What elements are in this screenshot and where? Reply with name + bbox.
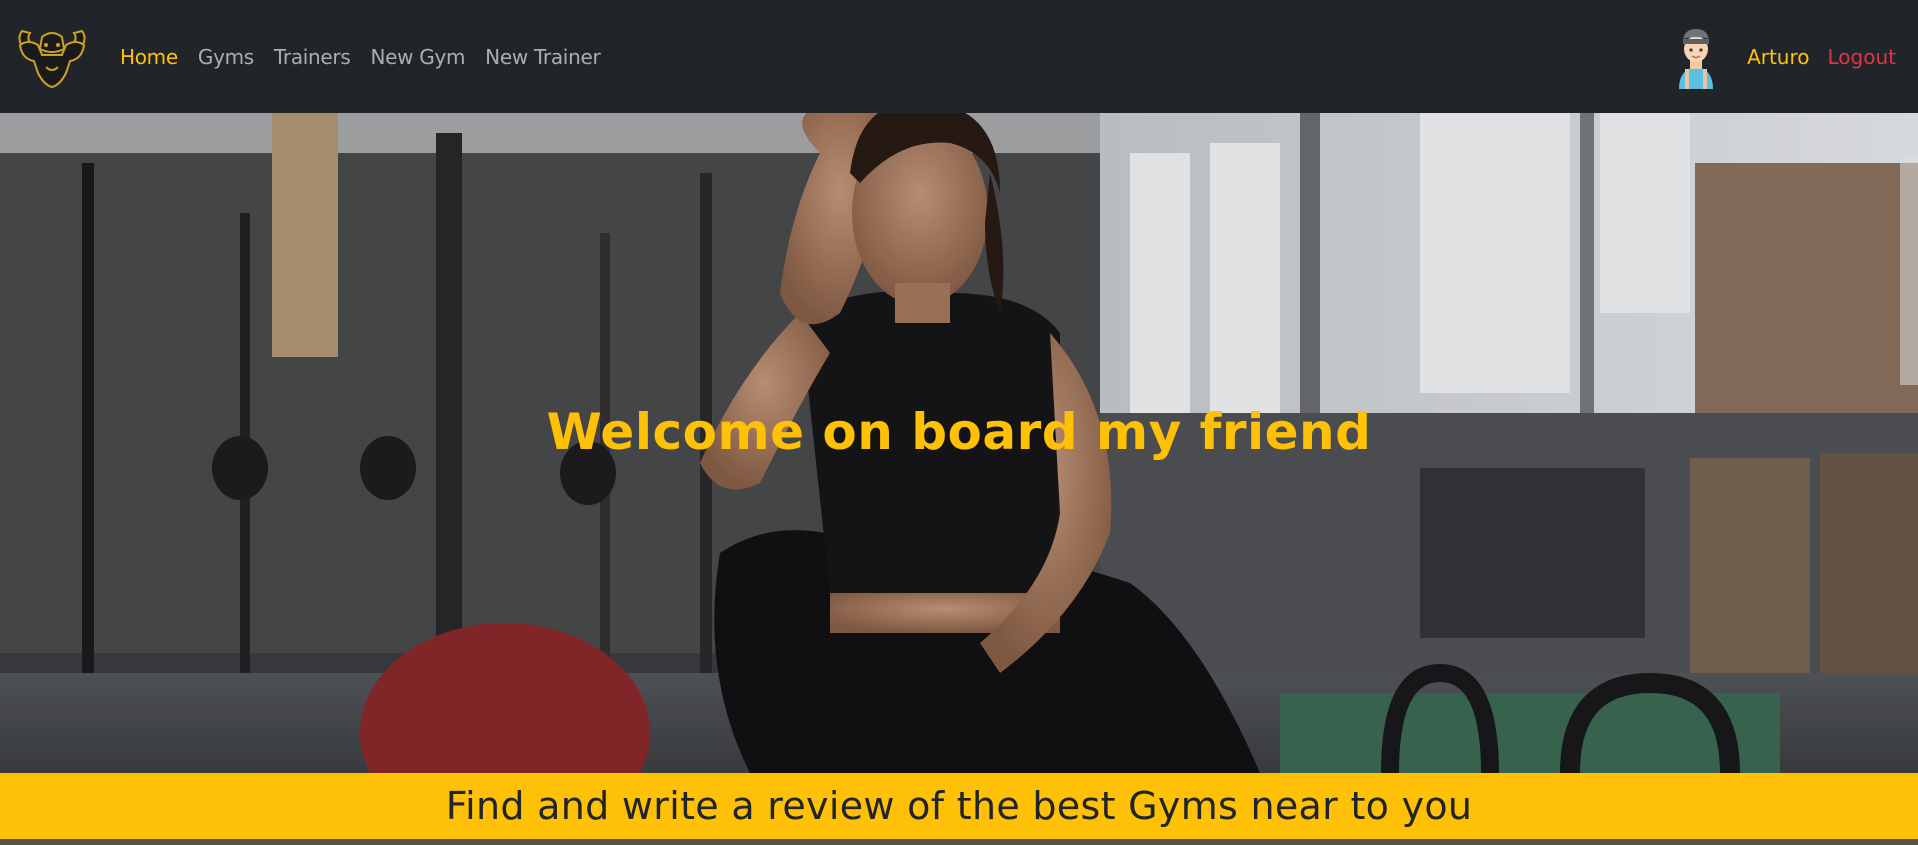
nav-home-link[interactable]: Home [120,45,178,69]
hero-title: Welcome on board my friend [546,403,1372,461]
hero-section: Welcome on board my friend [0,113,1918,773]
user-name-link[interactable]: Arturo [1747,45,1809,69]
nav-links: Home Gyms Trainers New Gym New Trainer [120,0,620,113]
nav-gyms-link[interactable]: Gyms [198,45,254,69]
user-menu: Arturo Logout [1673,0,1896,113]
bottom-strip [0,839,1918,845]
banner: Find and write a review of the best Gyms… [0,773,1918,839]
banner-text: Find and write a review of the best Gyms… [445,784,1473,828]
user-avatar-icon[interactable] [1673,25,1719,89]
image-edge-scroll [1900,157,1918,385]
nav-new-gym-link[interactable]: New Gym [370,45,465,69]
nav-new-trainer-link[interactable]: New Trainer [485,45,601,69]
navbar: Home Gyms Trainers New Gym New Trainer A… [0,0,1918,113]
nav-trainers-link[interactable]: Trainers [274,45,351,69]
logout-link[interactable]: Logout [1828,45,1896,69]
gym-logo-icon[interactable] [12,19,92,89]
